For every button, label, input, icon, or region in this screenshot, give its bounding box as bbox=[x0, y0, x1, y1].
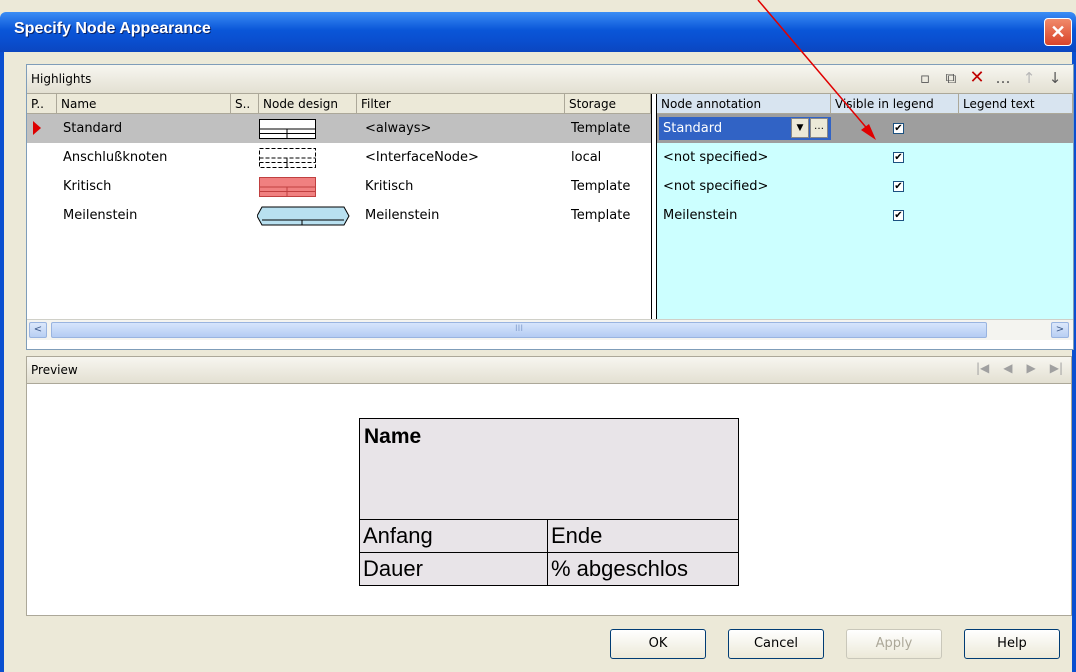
arrow-head-icon bbox=[861, 124, 876, 140]
annotation-arrow bbox=[757, 0, 876, 140]
arrow-line bbox=[757, 0, 871, 133]
dialog-window: Specify Node Appearance ✕ Highlights ▫ ⧉… bbox=[0, 0, 1076, 672]
